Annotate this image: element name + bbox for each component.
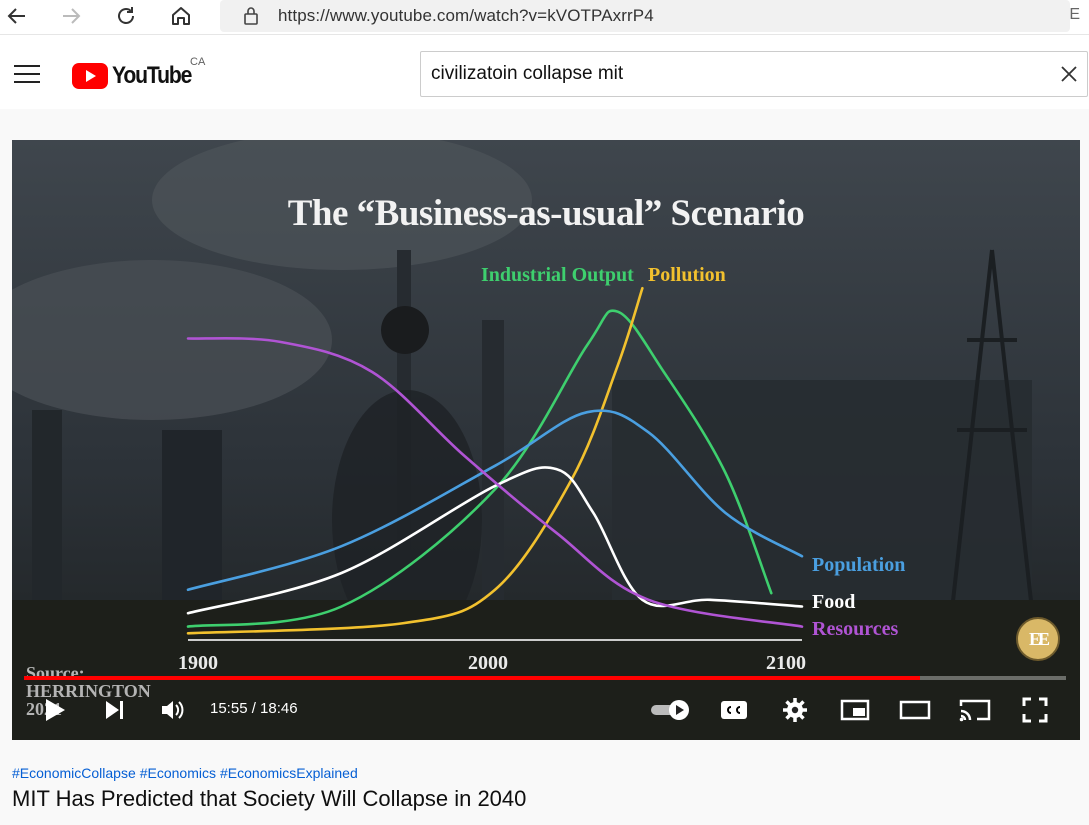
progress-bar[interactable] [24,676,1066,680]
skip-next-icon [106,701,123,719]
hashtags: #EconomicCollapse #Economics #EconomicsExp… [12,765,362,781]
region-code: CA [190,56,206,68]
volume-icon [162,701,184,719]
youtube-logo[interactable]: YouTube [72,61,202,91]
theater-mode-button[interactable] [898,690,932,730]
clear-search-button[interactable] [1059,64,1079,84]
url-text: https://www.youtube.com/watch?v=kVOTPAxr… [278,6,654,25]
x-tick-label: 2100 [766,652,806,674]
home-icon [172,7,190,25]
legend-population: Population [812,554,906,576]
cast-button[interactable] [958,690,992,730]
volume-button[interactable] [158,690,188,730]
menu-icon-bar [14,81,40,83]
menu-icon-bar [14,73,40,75]
reload-button[interactable] [111,2,141,30]
youtube-play-logo-icon [72,63,108,89]
theater-mode-icon [899,700,931,720]
cast-icon [959,699,991,722]
legend-resources: Resources [812,618,899,640]
video-player[interactable]: The “Business-as-usual” Scenario Industr… [12,140,1080,740]
video-title: MIT Has Predicted that Society Will Coll… [12,786,527,811]
toolbar-trailing-glyph: E [1069,6,1080,23]
play-icon [46,699,65,721]
reload-icon [118,7,134,24]
series-line-population [186,409,804,592]
close-icon [1061,66,1077,82]
youtube-header: YouTube CA [0,35,1089,109]
closed-captions-icon [721,701,747,719]
x-tick-label: 1900 [178,652,218,674]
legend-industrial-output: Industrial Output [481,264,634,286]
fullscreen-button[interactable] [1018,690,1052,730]
browser-toolbar: https://www.youtube.com/watch?v=kVOTPAxr… [0,0,1089,35]
legend-food: Food [812,591,856,613]
menu-icon-bar [14,65,40,67]
fullscreen-icon [1022,697,1048,723]
hashtag-link[interactable]: #EconomicCollapse [12,765,136,781]
miniplayer-button[interactable] [838,690,872,730]
lock-icon [244,7,258,25]
channel-watermark: EE [1016,617,1060,661]
autoplay-toggle[interactable] [648,690,694,730]
gear-icon [783,698,807,722]
series-line-resources [186,336,804,628]
home-button[interactable] [166,2,196,30]
miniplayer-icon [840,699,870,721]
forward-button[interactable] [56,2,86,30]
hashtag-link[interactable]: #Economics [140,765,216,781]
autoplay-toggle-icon [651,700,689,720]
arrow-right-icon [63,8,81,24]
address-bar[interactable]: https://www.youtube.com/watch?v=kVOTPAxr… [220,0,1080,32]
logo-text: YouTube [112,62,192,89]
chart-plot [186,286,804,641]
x-tick-label: 2000 [468,652,508,674]
search-box[interactable] [420,51,1088,97]
hashtag-link[interactable]: #EconomicsExplained [220,765,358,781]
time-display: 15:55 / 18:46 [210,700,298,717]
legend-pollution: Pollution [648,264,726,286]
next-button[interactable] [100,690,130,730]
search-input[interactable] [429,62,1033,86]
subtitles-button[interactable] [717,690,751,730]
menu-button[interactable] [14,65,40,87]
back-button[interactable] [2,2,32,30]
arrow-left-icon [7,8,25,24]
progress-played [24,676,921,680]
settings-button[interactable] [778,690,812,730]
play-button[interactable] [38,690,72,730]
